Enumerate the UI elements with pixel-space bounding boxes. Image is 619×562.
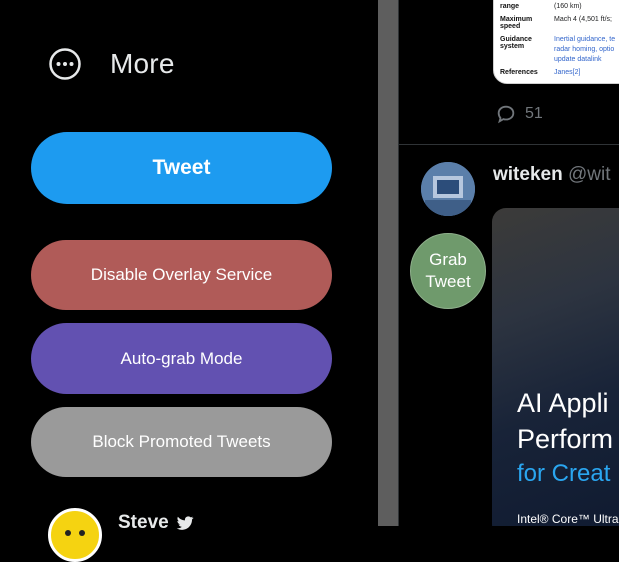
autograb-mode-button[interactable]: Auto-grab Mode [31, 323, 332, 394]
more-menu-item[interactable]: More [48, 44, 175, 84]
more-circle-icon [49, 48, 81, 80]
column-scrollbar[interactable] [378, 0, 398, 526]
block-promoted-button[interactable]: Block Promoted Tweets [31, 407, 332, 477]
tweet-button[interactable]: Tweet [31, 132, 332, 204]
infobox-row: References [500, 69, 538, 76]
reply-count: 51 [525, 105, 543, 122]
tweet-media-image[interactable]: AI Appli Perform for Creat Intel® Core™ … [492, 208, 619, 526]
sidebar: More Tweet Disable Overlay Service Auto-… [0, 0, 378, 562]
account-switcher[interactable]: Steve [48, 508, 195, 562]
user-name: Steve [118, 512, 195, 534]
tweet-separator [399, 144, 619, 145]
avatar [48, 508, 102, 562]
tweet-author-avatar[interactable] [421, 162, 475, 216]
disable-overlay-button[interactable]: Disable Overlay Service [31, 240, 332, 310]
infobox-row: range [500, 3, 520, 10]
media-footer: Intel® Core™ Ultra [517, 512, 619, 526]
timeline: range (160 km) Maximum speed Mach 4 (4,5… [399, 0, 619, 526]
reply-button[interactable]: 51 [495, 103, 543, 125]
reply-icon [497, 105, 515, 124]
infobox-row: Maximum speed [500, 16, 533, 30]
author-name: witeken [493, 164, 563, 185]
wiki-infobox-image[interactable]: range (160 km) Maximum speed Mach 4 (4,5… [493, 0, 619, 84]
author-handle: @wit [567, 164, 611, 185]
media-headline: AI Appli [517, 388, 609, 418]
media-subheadline: for Creat [517, 460, 611, 487]
more-label: More [110, 48, 175, 79]
twitter-bird-icon [176, 516, 194, 530]
infobox-row: Guidance system [500, 36, 532, 50]
tweet-author[interactable]: witeken @wit [493, 164, 611, 186]
media-headline: Perform [517, 424, 614, 454]
grab-tweet-button[interactable]: Grab Tweet [410, 233, 486, 309]
